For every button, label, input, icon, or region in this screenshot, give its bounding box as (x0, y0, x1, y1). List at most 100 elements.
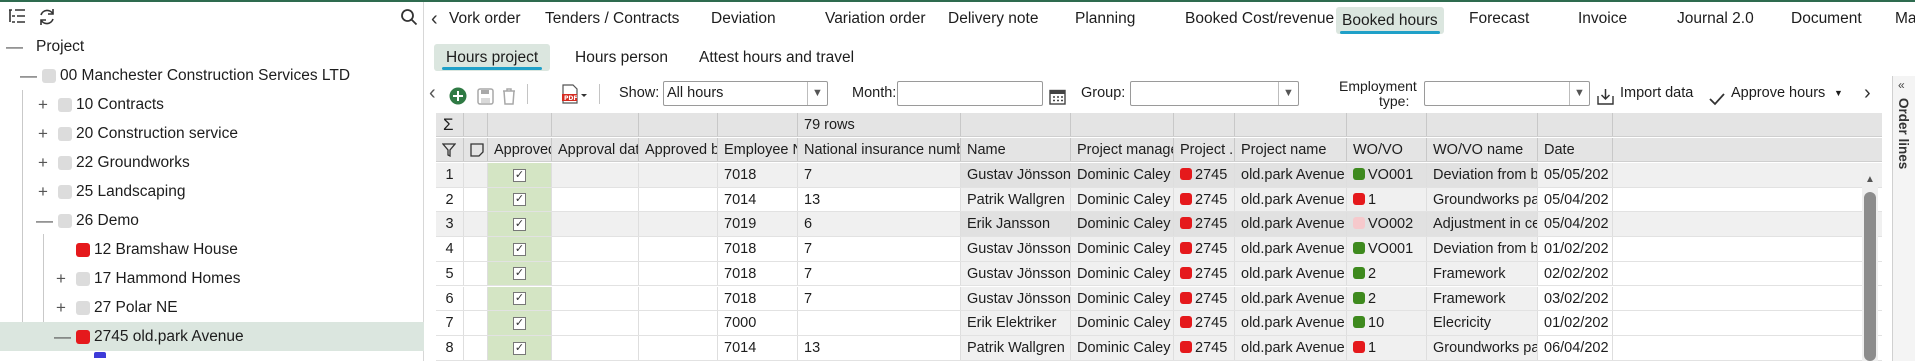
employment-type-select[interactable]: ▼ (1424, 81, 1590, 106)
approve-hours-button[interactable]: Approve hours (1731, 76, 1825, 110)
tab-booked-hours[interactable]: Booked hours (1336, 7, 1444, 34)
subtab-attest-hours-and-travel[interactable]: Attest hours and travel (687, 44, 866, 71)
add-icon[interactable] (449, 84, 467, 105)
expand-icon[interactable]: + (54, 264, 68, 293)
table-row[interactable]: 1 ✓ 7018 7 Gustav Jönsson Dominic Caley 2745 ol… (436, 163, 1882, 188)
table-row[interactable]: 3 ✓ 7019 6 Erik Jansson Dominic Caley 2745 old.… (436, 212, 1882, 238)
tree-node[interactable]: +22 Groundworks (0, 148, 424, 177)
column-header[interactable]: Name (961, 138, 1071, 161)
grid-scrollbar[interactable]: ▲ (1862, 170, 1878, 361)
empty-cell (464, 187, 488, 212)
delete-icon[interactable] (501, 84, 517, 105)
tree-node[interactable]: — 00 Manchester Construction Services LTD (0, 61, 424, 90)
tree-node[interactable]: +20 Construction service (0, 119, 424, 148)
column-header[interactable]: Approved (488, 138, 552, 161)
column-header[interactable]: Employee No (718, 138, 798, 161)
column-header[interactable]: WO/VO name (1427, 138, 1538, 161)
collapse-icon[interactable]: — (54, 322, 71, 351)
approved-checkbox[interactable]: ✓ (513, 316, 526, 330)
hours-grid: Σ 79 rows ApprovedApproval dateApproved b… (436, 113, 1882, 361)
tab-forecast[interactable]: Forecast (1469, 10, 1529, 28)
scrollbar-thumb[interactable] (1864, 192, 1876, 361)
filter-icon[interactable] (436, 138, 464, 161)
save-icon[interactable] (477, 84, 494, 105)
import-data-button[interactable]: Import data (1620, 76, 1693, 110)
month-input[interactable] (897, 81, 1043, 106)
tree-node[interactable]: +27 Polar NE (0, 293, 424, 322)
column-header[interactable]: Project name (1235, 138, 1347, 161)
table-row[interactable]: 4 ✓ 7018 7 Gustav Jönsson Dominic Caley 2745 ol… (436, 237, 1882, 262)
tab-delivery-note[interactable]: Delivery note (948, 10, 1038, 28)
woname-cell: Elecricity (1427, 311, 1538, 335)
import-icon[interactable] (1597, 84, 1614, 105)
expand-panel-icon[interactable]: « (1898, 78, 1905, 92)
tab-tenders-contracts[interactable]: Tenders / Contracts (545, 10, 679, 28)
tree-node[interactable]: 12 Bramshaw House (0, 235, 424, 264)
column-header[interactable]: Date (1538, 138, 1613, 161)
refresh-icon[interactable] (36, 8, 58, 28)
expand-icon[interactable]: + (36, 148, 50, 177)
calendar-icon[interactable] (1049, 84, 1066, 105)
tab-journal-2-0[interactable]: Journal 2.0 (1677, 10, 1754, 28)
collapse-icon[interactable]: — (6, 32, 23, 61)
collapse-icon[interactable]: — (20, 61, 37, 90)
tabs-scroll-left-icon[interactable]: ‹ (431, 8, 438, 31)
tree-node[interactable]: +10 Contracts (0, 90, 424, 119)
expand-icon[interactable]: + (36, 119, 50, 148)
tab-document[interactable]: Document (1791, 10, 1862, 28)
subtab-hours-person[interactable]: Hours person (563, 44, 680, 71)
table-row[interactable]: 7 ✓ 7000 Erik Elektriker Dominic Caley 2745 ol… (436, 311, 1882, 336)
tree-node[interactable]: — Project (0, 32, 424, 61)
pm-cell: Dominic Caley (1071, 237, 1174, 261)
project-number-cell: 2745 (1174, 286, 1235, 311)
project-number: 2745 (1195, 265, 1228, 282)
column-header[interactable]: WO/VO (1347, 138, 1427, 161)
search-icon[interactable] (398, 8, 420, 28)
expand-icon[interactable]: + (36, 177, 50, 206)
tree-node[interactable]: — 26 Demo (0, 206, 424, 235)
toolbar-scroll-right-icon[interactable]: › (1864, 76, 1871, 110)
approved-checkbox[interactable]: ✓ (513, 341, 526, 355)
tab-invoice[interactable]: Invoice (1578, 10, 1627, 28)
tab-planning[interactable]: Planning (1075, 10, 1135, 28)
table-row[interactable]: 2 ✓ 7014 13 Patrik Wallgren Dominic Caley 2745… (436, 187, 1882, 213)
order-lines-panel[interactable]: « Order lines (1892, 76, 1915, 361)
nav-back-icon[interactable]: ‹ (429, 76, 436, 110)
expand-icon[interactable]: + (36, 90, 50, 119)
collapse-icon[interactable]: — (36, 206, 53, 235)
pdf-export-icon[interactable]: PDF (561, 83, 589, 104)
row-number: 4 (436, 237, 464, 261)
folder-box-icon (58, 214, 72, 228)
table-row[interactable]: 8 ✓ 7014 13 Patrik Wallgren Dominic Caley 2745… (436, 335, 1882, 361)
tree-node[interactable]: +25 Landscaping (0, 177, 424, 206)
group-select[interactable]: ▼ (1130, 81, 1299, 106)
tree-node[interactable]: +17 Hammond Homes (0, 264, 424, 293)
column-header[interactable]: Project manager (1071, 138, 1174, 161)
column-header[interactable]: Approval date (552, 138, 639, 161)
column-header[interactable]: Approved by (639, 138, 718, 161)
note-icon[interactable] (464, 138, 488, 161)
column-header[interactable]: National insurance number (798, 138, 961, 161)
column-header[interactable]: Project ... (1174, 138, 1235, 161)
table-row[interactable]: 6 ✓ 7018 7 Gustav Jönsson Dominic Caley 2745 ol… (436, 286, 1882, 312)
scroll-up-icon[interactable]: ▲ (1865, 174, 1875, 185)
approved-checkbox[interactable]: ✓ (513, 292, 526, 306)
tab-vork-order[interactable]: Vork order (449, 10, 521, 28)
tab-booked-cost-revenue[interactable]: Booked Cost/revenue (1185, 10, 1334, 28)
tab-map[interactable]: Map (1895, 10, 1915, 28)
show-select[interactable]: All hours ▼ (663, 81, 828, 106)
approved-checkbox[interactable]: ✓ (513, 193, 526, 207)
tab-variation-order[interactable]: Variation order (825, 10, 926, 28)
tree-node[interactable]: — 2745 old.park Avenue (0, 322, 424, 351)
approved-checkbox[interactable]: ✓ (513, 267, 526, 281)
approve-hours-caret-icon[interactable]: ▼ (1834, 76, 1843, 110)
expand-icon[interactable]: + (54, 293, 68, 322)
approved-checkbox[interactable]: ✓ (513, 242, 526, 256)
subtab-hours-project[interactable]: Hours project (434, 44, 551, 71)
approved-checkbox[interactable]: ✓ (513, 168, 526, 182)
table-row[interactable]: 5 ✓ 7018 7 Gustav Jönsson Dominic Caley 2745 ol… (436, 261, 1882, 287)
tab-deviation[interactable]: Deviation (711, 10, 776, 28)
tree-list-icon[interactable] (6, 8, 28, 28)
wo-vo-cell: VO001 (1347, 237, 1427, 261)
approved-checkbox[interactable]: ✓ (513, 218, 526, 232)
